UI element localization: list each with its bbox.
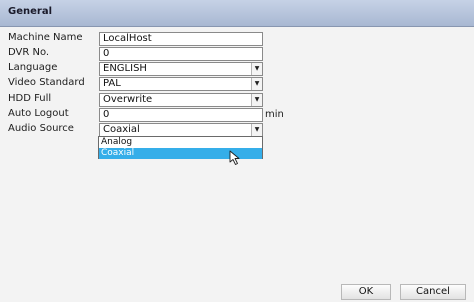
dvr-no-label: DVR No. — [8, 47, 50, 58]
auto-logout-label: Auto Logout — [8, 108, 69, 119]
chevron-down-icon[interactable]: ▼ — [251, 94, 262, 106]
machine-name-label: Machine Name — [8, 32, 83, 43]
ok-button[interactable]: OK — [341, 284, 391, 300]
title-bar: General — [0, 0, 474, 27]
dropdown-option-analog[interactable]: Analog — [99, 137, 262, 148]
language-select[interactable]: ENGLISH ▼ — [99, 62, 263, 76]
chevron-down-icon[interactable]: ▼ — [251, 124, 262, 136]
chevron-down-icon[interactable]: ▼ — [251, 63, 262, 75]
mouse-pointer-icon — [229, 150, 240, 165]
video-standard-select[interactable]: PAL ▼ — [99, 77, 263, 91]
hdd-full-value: Overwrite — [103, 94, 153, 105]
audio-source-select[interactable]: Coaxial ▼ — [99, 123, 263, 137]
audio-source-value: Coaxial — [103, 124, 140, 135]
language-label: Language — [8, 62, 58, 73]
chevron-down-icon[interactable]: ▼ — [251, 78, 262, 90]
machine-name-field[interactable]: LocalHost — [99, 32, 263, 46]
hdd-full-label: HDD Full — [8, 93, 52, 104]
audio-source-label: Audio Source — [8, 123, 74, 134]
video-standard-value: PAL — [103, 78, 121, 89]
cancel-button[interactable]: Cancel — [400, 284, 466, 300]
auto-logout-field[interactable]: 0 — [99, 108, 263, 122]
hdd-full-select[interactable]: Overwrite ▼ — [99, 93, 263, 107]
video-standard-label: Video Standard — [8, 77, 85, 88]
language-value: ENGLISH — [103, 63, 147, 74]
dvr-no-field[interactable]: 0 — [99, 47, 263, 61]
machine-name-value: LocalHost — [103, 33, 152, 44]
auto-logout-unit: min — [265, 109, 284, 120]
window-title: General — [8, 6, 52, 17]
auto-logout-value: 0 — [103, 109, 110, 120]
dvr-no-value: 0 — [103, 48, 110, 59]
